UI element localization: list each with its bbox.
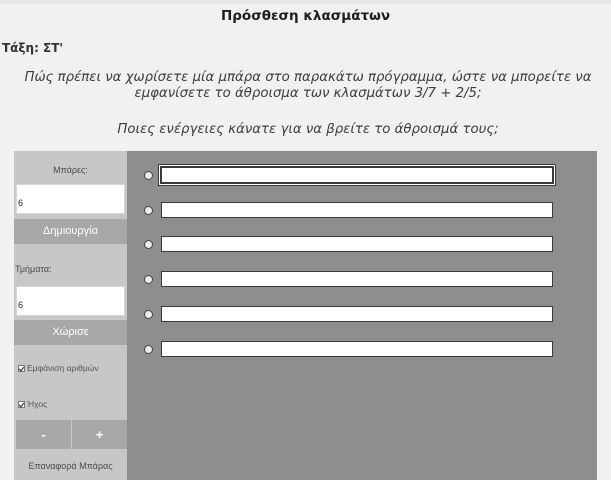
answer-radio[interactable] [144, 309, 153, 319]
create-button[interactable]: Δημιουργία [14, 219, 127, 244]
answer-field[interactable] [161, 341, 553, 357]
answer-radio[interactable] [144, 344, 153, 354]
answer-field[interactable] [161, 306, 553, 322]
answer-row [144, 236, 553, 252]
answer-radio[interactable] [144, 239, 153, 249]
minus-button[interactable]: - [16, 420, 71, 449]
bars-input[interactable]: 6 [16, 184, 125, 214]
answer-radio[interactable] [144, 274, 153, 284]
answer-field[interactable] [161, 236, 553, 252]
page-title: Πρόσθεση κλασμάτων [220, 8, 391, 24]
checkbox-checked-icon [18, 400, 25, 408]
top-strip [0, 0, 611, 4]
answer-row [144, 165, 555, 185]
bars-label: Μπάρες: [53, 165, 88, 175]
answer-field[interactable] [161, 202, 553, 218]
checkbox-checked-icon [18, 364, 25, 372]
fraction-bar-app: Μπάρες: 6 Δημιουργία Τμήματα: 6 Χώρισε Ε… [14, 151, 597, 480]
question-text: Πώς πρέπει να χωρίσετε μία μπάρα στο παρ… [10, 70, 606, 102]
question-line-1: Πώς πρέπει να χωρίσετε μία μπάρα στο παρ… [24, 70, 592, 85]
answer-row [144, 271, 553, 287]
answer-field[interactable] [159, 165, 555, 185]
plus-button[interactable]: + [72, 420, 127, 449]
show-numbers-checkbox[interactable]: Εμφάνιση αριθμών [18, 363, 99, 373]
control-sidebar: Μπάρες: 6 Δημιουργία Τμήματα: 6 Χώρισε Ε… [14, 151, 127, 480]
reset-bar-button[interactable]: Επαναφορά Μπάρας [14, 461, 127, 471]
answer-radio[interactable] [144, 170, 153, 180]
split-button[interactable]: Χώρισε [14, 320, 127, 345]
answer-field[interactable] [161, 271, 553, 287]
answer-row [144, 341, 553, 357]
sound-label: Ήχος [27, 399, 48, 409]
parts-label: Τμήματα: [15, 264, 52, 274]
answer-row [144, 202, 553, 218]
answer-radio[interactable] [144, 205, 153, 215]
show-numbers-label: Εμφάνιση αριθμών [27, 363, 99, 373]
question-line-2: εμφανίσετε το άθροισμα των κλασμάτων 3/7… [134, 86, 482, 101]
parts-input[interactable]: 6 [16, 286, 125, 316]
grade-label: Τάξη: ΣΤ' [2, 41, 64, 55]
answer-row [144, 306, 553, 322]
question-2-text: Ποιες ενέργειες κάνατε για να βρείτε το … [117, 122, 499, 137]
sound-checkbox[interactable]: Ήχος [18, 399, 47, 409]
